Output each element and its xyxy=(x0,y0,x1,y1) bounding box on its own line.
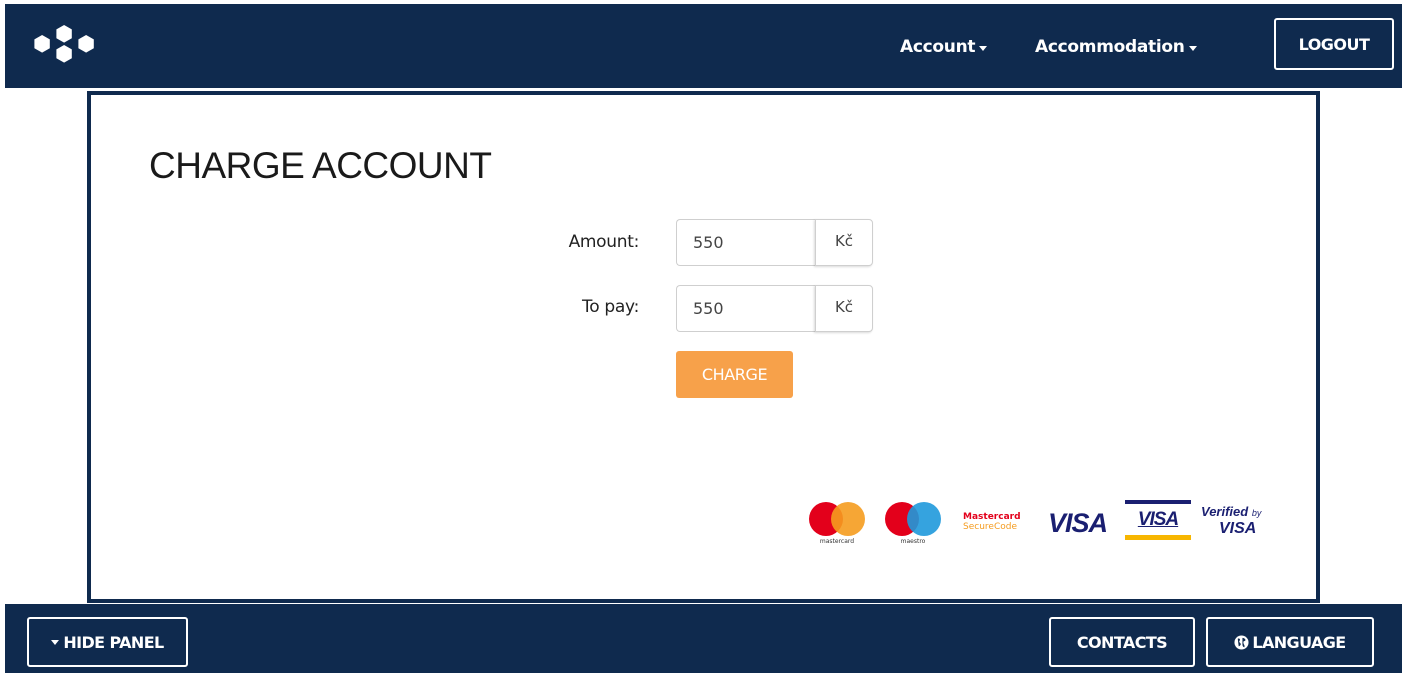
contacts-button[interactable]: CONTACTS xyxy=(1049,617,1195,667)
top-navbar: Account Accommodation LOGOUT xyxy=(5,4,1402,88)
mastercard-logo-icon: mastercard xyxy=(809,502,869,548)
verified-by-visa-logo: Verified by VISA xyxy=(1201,504,1277,537)
verified-visa-text: VISA xyxy=(1219,520,1257,537)
logout-button[interactable]: LOGOUT xyxy=(1274,18,1394,70)
charge-account-panel: CHARGE ACCOUNT Amount: Kč To pay: Kč CHA… xyxy=(87,91,1320,603)
hexagon-logo-icon[interactable] xyxy=(29,22,103,72)
bottom-bar: HIDE PANEL CONTACTS LANGUAGE xyxy=(5,604,1402,673)
visa-card-logo: VISA xyxy=(1125,500,1191,540)
hide-panel-label: HIDE PANEL xyxy=(63,632,164,652)
hide-panel-button[interactable]: HIDE PANEL xyxy=(27,617,188,667)
visa-logo: VISA xyxy=(1048,508,1108,538)
mastercard-caption: mastercard xyxy=(819,538,855,545)
verified-text: Verified xyxy=(1201,504,1249,519)
caret-down-icon xyxy=(1188,45,1197,51)
mastercard-securecode-logo: Mastercard SecureCode xyxy=(963,512,1033,532)
amount-input[interactable] xyxy=(676,219,815,266)
language-button[interactable]: LANGUAGE xyxy=(1206,617,1374,667)
amount-input-group: Kč xyxy=(676,219,873,266)
caret-down-icon xyxy=(51,639,60,645)
nav-account-dropdown[interactable]: Account xyxy=(900,37,988,57)
topay-input[interactable] xyxy=(676,285,815,332)
language-label: LANGUAGE xyxy=(1252,632,1346,652)
nav-accommodation-label: Accommodation xyxy=(1035,37,1185,57)
topay-input-group: Kč xyxy=(676,285,873,332)
topay-label: To pay: xyxy=(582,297,639,317)
amount-label: Amount: xyxy=(568,232,640,252)
maestro-blue-circle xyxy=(907,502,941,536)
nav-account-label: Account xyxy=(900,37,976,57)
amount-currency-addon: Kč xyxy=(815,219,873,266)
topay-currency-addon: Kč xyxy=(815,285,873,332)
verified-by-text: by xyxy=(1251,508,1262,518)
caret-down-icon xyxy=(979,45,988,51)
maestro-logo-icon: maestro xyxy=(885,502,945,548)
visa-card-text: VISA xyxy=(1137,509,1179,530)
securecode-line2: SecureCode xyxy=(963,522,1017,532)
payment-logos: mastercard maestro Mastercard SecureCode… xyxy=(805,498,1275,548)
charge-button[interactable]: CHARGE xyxy=(676,351,793,398)
securecode-line1: Mastercard xyxy=(963,512,1021,522)
nav-accommodation-dropdown[interactable]: Accommodation xyxy=(1035,37,1197,57)
globe-icon xyxy=(1234,634,1249,650)
maestro-caption: maestro xyxy=(900,538,926,545)
mastercard-orange-circle xyxy=(831,502,865,536)
page-title: CHARGE ACCOUNT xyxy=(149,145,492,186)
